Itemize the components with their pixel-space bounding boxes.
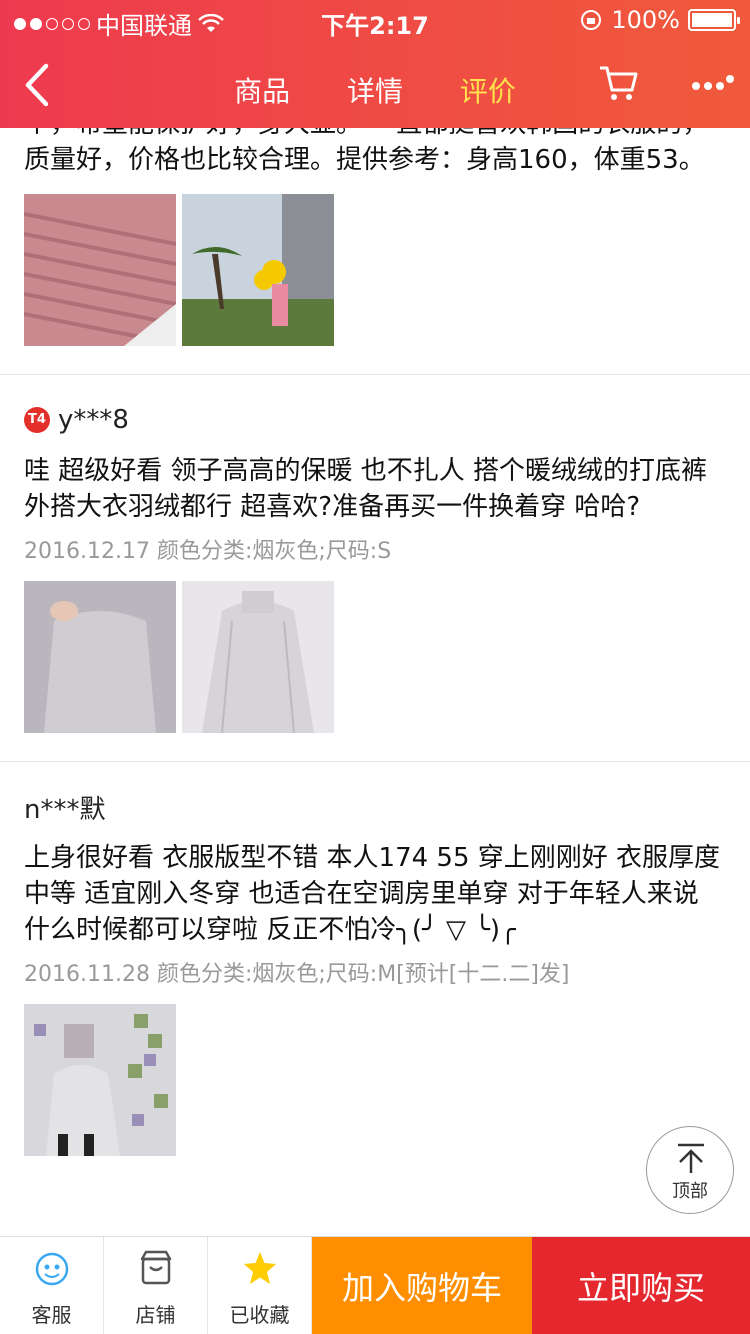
review-text: 个，希望能保护好，身大显。 一直都挺喜欢韩国的衣服的，质量好，价格也比较合理。提… <box>24 128 708 175</box>
nav-bar: 商品 详情 评价 <box>0 50 750 128</box>
tab-product[interactable]: 商品 <box>234 70 290 110</box>
service-label: 客服 <box>31 1303 72 1327</box>
back-to-top-label: 顶部 <box>672 1181 708 1202</box>
add-to-cart-button[interactable]: 加入购物车 <box>312 1237 532 1334</box>
favorite-button[interactable]: 已收藏 <box>208 1237 312 1334</box>
tab-details[interactable]: 详情 <box>347 70 403 110</box>
shop-button[interactable]: 店铺 <box>104 1237 208 1334</box>
shop-label: 店铺 <box>135 1303 176 1327</box>
review-list[interactable]: 个，希望能保护好，身大显。 一直都挺喜欢韩国的衣服的，质量好，价格也比较合理。提… <box>0 128 750 1236</box>
review-item: 个，希望能保护好，身大显。 一直都挺喜欢韩国的衣服的，质量好，价格也比较合理。提… <box>0 128 750 375</box>
cart-icon[interactable] <box>598 64 640 104</box>
shop-icon <box>140 1250 172 1285</box>
username: n***默 <box>24 794 106 825</box>
back-to-top-button[interactable]: 顶部 <box>646 1126 734 1214</box>
review-item: n***默 上身很好看 衣服版型不错 本人174 55 穿上刚刚好 衣服厚度中等… <box>0 762 750 1156</box>
bottom-bar: 客服 店铺 已收藏 加入购物车 立即购买 <box>0 1236 750 1334</box>
more-icon[interactable] <box>690 74 734 94</box>
buy-now-button[interactable]: 立即购买 <box>532 1237 750 1334</box>
review-text: 哇 超级好看 领子高高的保暖 也不扎人 搭个暖绒绒的打底裤 外搭大衣羽绒都行 超… <box>24 456 708 522</box>
review-photos <box>24 1004 726 1156</box>
battery-icon <box>688 9 740 31</box>
favorite-label: 已收藏 <box>229 1303 290 1327</box>
review-text: 上身很好看 衣服版型不错 本人174 55 穿上刚刚好 衣服厚度中等 适宜刚入冬… <box>24 843 721 945</box>
status-bar: 中国联通 下午2:17 100% <box>0 0 750 40</box>
review-photo[interactable] <box>24 581 176 733</box>
review-item: T4 y***8 哇 超级好看 领子高高的保暖 也不扎人 搭个暖绒绒的打底裤 外… <box>0 375 750 762</box>
username: y***8 <box>58 405 129 435</box>
tab-reviews[interactable]: 评价 <box>460 70 516 110</box>
review-meta: 2016.12.17 颜色分类:烟灰色;尺码:S <box>24 539 392 564</box>
customer-service-icon <box>35 1252 69 1286</box>
review-photo[interactable] <box>24 194 176 346</box>
review-photos <box>24 194 726 346</box>
review-meta: 2016.11.28 颜色分类:烟灰色;尺码:M[预计[十二.二]发] <box>24 962 570 987</box>
review-photo[interactable] <box>182 194 334 346</box>
header: 中国联通 下午2:17 100% 商品 详情 评价 <box>0 0 750 128</box>
battery-percent: 100% <box>611 6 680 34</box>
review-photo[interactable] <box>182 581 334 733</box>
rotation-lock-icon <box>581 10 602 30</box>
review-user: T4 y***8 <box>24 403 726 437</box>
review-user: n***默 <box>24 790 726 825</box>
arrow-up-icon <box>678 1143 704 1173</box>
star-icon <box>244 1252 276 1284</box>
service-button[interactable]: 客服 <box>0 1237 104 1334</box>
status-right: 100% <box>579 6 740 34</box>
level-badge: T4 <box>24 407 50 433</box>
review-photos <box>24 581 726 733</box>
review-photo[interactable] <box>24 1004 176 1156</box>
